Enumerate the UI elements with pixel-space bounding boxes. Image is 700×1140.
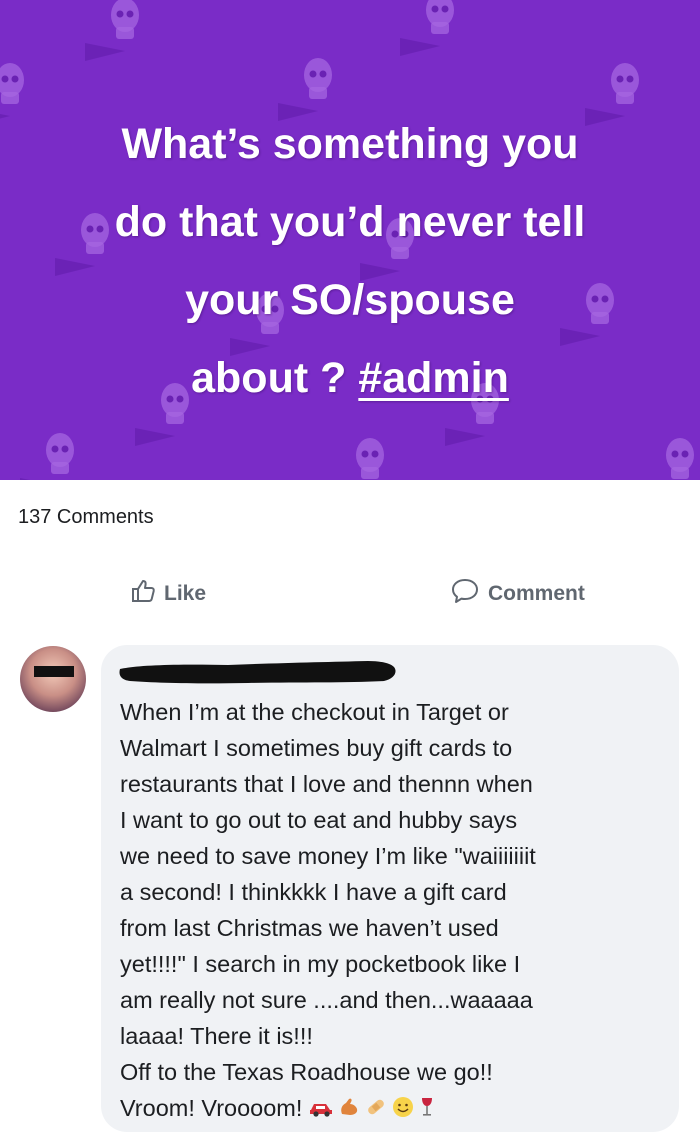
skull-icon: [0, 63, 24, 126]
question-line-1: What’s something you: [121, 120, 579, 168]
hashtag-link[interactable]: #admin: [358, 354, 509, 402]
facebook-post: What’s something you do that you’d never…: [0, 0, 700, 1140]
wine-glass-icon: [418, 1092, 436, 1128]
smiley-icon: [392, 1092, 414, 1128]
speech-bubble-icon: [450, 577, 480, 611]
thumbs-up-icon: [130, 578, 156, 610]
avatar[interactable]: [20, 646, 86, 712]
skull-icon: [85, 0, 139, 61]
skull-icon: [20, 433, 74, 480]
skull-icon: [330, 438, 384, 480]
post-question: What’s something you do that you’d never…: [40, 105, 660, 417]
skull-icon: [640, 438, 694, 480]
comment-text: When I’m at the checkout in Target or Wa…: [120, 694, 675, 1128]
avatar-redaction-bar: [34, 666, 74, 677]
redacted-author-name: [118, 655, 398, 694]
question-line-4: about ? #admin: [40, 339, 660, 417]
post-banner: What’s something you do that you’d never…: [0, 0, 700, 480]
car-icon: [308, 1092, 334, 1128]
comment-button[interactable]: Comment: [450, 578, 585, 610]
comment-count[interactable]: 137 Comments: [18, 506, 154, 529]
emoji-row: [308, 1092, 436, 1128]
skull-icon: [400, 0, 454, 56]
like-label: Like: [164, 582, 207, 605]
comment-body: When I’m at the checkout in Target or Wa…: [120, 699, 536, 1121]
flexed-arm-icon: [338, 1092, 360, 1128]
bandage-icon: [364, 1092, 388, 1128]
comment-label: Comment: [488, 582, 585, 605]
question-line-4-prefix: about ?: [191, 354, 359, 402]
question-line-2: do that you’d never tell: [114, 198, 586, 246]
question-line-3: your SO/spouse: [185, 276, 515, 324]
like-button[interactable]: Like: [130, 578, 206, 610]
